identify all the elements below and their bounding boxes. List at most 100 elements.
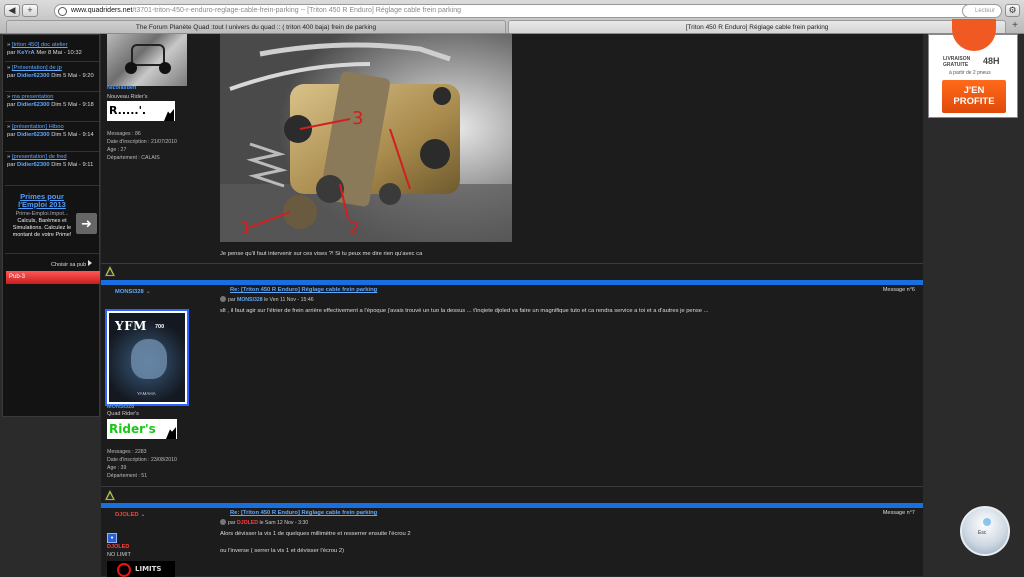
play-icon (88, 260, 93, 266)
recent-topic-date: Mer 8 Mai - 10:32 (36, 50, 82, 56)
message-number[interactable]: Message n°7 (883, 510, 915, 516)
post-author[interactable]: DJOLED ⌄ (115, 512, 145, 518)
back-to-top-icon[interactable] (104, 489, 116, 501)
reader-button[interactable]: Lecteur (962, 4, 1002, 18)
recent-topic-user[interactable]: Didier62300 (17, 162, 50, 168)
promo-site[interactable]: Prime-Emploi.Impot... (7, 211, 77, 218)
post-separator-bar (101, 280, 923, 285)
ad-subtext: à partir de 2 pneus (949, 70, 991, 76)
new-tab-button[interactable]: + (22, 4, 38, 17)
user-age: Age : 39 (107, 465, 127, 471)
brake-caliper-photo[interactable]: 1 2 3 (220, 34, 512, 242)
user-join-date: Date d'inscription : 23/08/2010 (107, 457, 177, 463)
url-path: /t3701-triton-450-r-enduro-reglage-cable… (132, 7, 462, 14)
tire-ad-banner[interactable]: LIVRAISON GRATUITE 48H à partir de 2 pne… (928, 19, 1018, 118)
skull-icon (131, 339, 167, 379)
recent-topic-title[interactable]: [Présentation] de jp (12, 65, 62, 71)
address-bar[interactable]: www.quadriders.net/t3701-triton-450-r-en… (54, 4, 996, 18)
rank-badge: R.....'. (107, 101, 175, 121)
ad-cta-button[interactable]: J'EN PROFITE (942, 80, 1006, 113)
choose-pub-label[interactable]: Choisir sa pub (51, 262, 86, 268)
post-body: Alors dévisser la vis 1 de quelques mill… (220, 531, 411, 537)
back-button[interactable]: ◀ (4, 4, 20, 17)
divider (5, 61, 99, 62)
recent-topic-item[interactable]: » ma presentation par Didier62300 Dim 5 … (7, 93, 99, 109)
photo-label-1: 1 (240, 218, 251, 239)
choose-pub-link[interactable]: Choisir sa pub (51, 260, 93, 268)
user-department: Département : CALAIS (107, 155, 160, 161)
left-sidebar: » [triton 450] doc atelier par KeYrA Mer… (2, 34, 100, 417)
recent-topic-by: par (7, 102, 16, 108)
quote-icon[interactable]: ♦ (107, 533, 117, 543)
post-body: Je pense qu'il faut intervenir sur ces v… (220, 251, 423, 257)
avatar-text: LIMITS (135, 565, 162, 573)
right-sidebar: LIVRAISON GRATUITE 48H à partir de 2 pne… (924, 19, 1024, 576)
user-age: Age : 27 (107, 147, 127, 153)
recent-topic-title[interactable]: ma presentation (12, 94, 54, 100)
post-icon (220, 519, 226, 525)
promo-ad[interactable]: Primes pour l'Emploi 2013 Prime-Emploi.I… (5, 189, 99, 251)
esc-label: Esc (978, 530, 987, 536)
add-tab-icon[interactable]: + (1009, 20, 1021, 33)
post-meta-date: le Sam 12 Nov - 3:30 (259, 520, 309, 526)
arrow-right-icon[interactable]: ➜ (76, 213, 97, 234)
recent-topic-user[interactable]: Didier62300 (17, 102, 50, 108)
page: » [triton 450] doc atelier par KeYrA Mer… (0, 19, 1024, 577)
recent-topic-title[interactable]: [présentation] Hiboo (12, 124, 64, 130)
post-author[interactable]: MONSI328 ⌄ (115, 289, 151, 295)
post-title-link[interactable]: Re: [Triton 450 R Enduro] Réglage cable … (230, 287, 377, 293)
post-meta-by: par (228, 520, 236, 526)
globe-icon (58, 7, 67, 16)
post-icon (220, 296, 226, 302)
promo-description: Calculs, Barèmes et Simulations. Calcule… (12, 218, 72, 238)
avatar: LIMITS (107, 561, 175, 577)
user-info: Messages : 2283 Date d'inscription : 23/… (107, 448, 177, 480)
avatar (107, 34, 187, 86)
chevron-down-icon[interactable]: ⌄ (141, 512, 146, 518)
tab-active-thread[interactable]: [Triton 450 R Enduro] Réglage cable frei… (508, 20, 1006, 33)
post-author-name[interactable]: DJOLED (115, 512, 139, 518)
recent-topic-item[interactable]: » [présentation] Hiboo par Didier62300 D… (7, 123, 99, 139)
pub-bar[interactable]: Pub-3 (6, 271, 100, 284)
rank-badge-text: R.....'. (109, 104, 147, 117)
recent-topic-date: Dim 5 Mai - 9:20 (51, 73, 94, 79)
message-number[interactable]: Message n°6 (883, 287, 915, 293)
recent-topic-by: par (7, 73, 16, 79)
recent-topic-date: Dim 5 Mai - 9:18 (51, 102, 94, 108)
user-rank: NO LIMIT (107, 552, 131, 558)
post-meta-user[interactable]: MONSI328 (237, 297, 263, 303)
post-meta-user[interactable]: DJOLED (237, 520, 258, 526)
avatar: YFM 700 YAMAHA (105, 309, 189, 406)
promo-title[interactable]: Primes pour l'Emploi 2013 (7, 193, 77, 209)
url-host: www.quadriders.net (71, 7, 133, 14)
ad-hours: 48H (983, 56, 1000, 66)
recent-topic-item[interactable]: » [triton 450] doc atelier par KeYrA Mer… (7, 41, 99, 57)
forum-thread: Nicolasden Nouveau Rider's R.....'. Mess… (101, 34, 923, 577)
post-author[interactable]: Nicolasden (107, 85, 136, 91)
divider (5, 185, 99, 186)
post-author-name[interactable]: MONSI328 (115, 289, 144, 295)
post-author-label[interactable]: MONSI328 (107, 404, 134, 410)
back-to-top-icon[interactable] (104, 265, 116, 277)
recent-topic-user[interactable]: Didier62300 (17, 132, 50, 138)
esc-widget-button[interactable]: Esc (960, 506, 1010, 556)
recent-topic-by: par (7, 132, 16, 138)
no-limits-ring-icon (117, 563, 131, 577)
rank-badge-text: Rider's (109, 422, 156, 436)
recent-topic-user[interactable]: KeYrA (17, 50, 35, 56)
gear-icon[interactable]: ⚙ (1005, 4, 1020, 17)
user-rank: Nouveau Rider's (107, 94, 148, 100)
recent-topic-user[interactable]: Didier62300 (17, 73, 50, 79)
post-title-link[interactable]: Re: [Triton 450 R Enduro] Réglage cable … (230, 510, 377, 516)
recent-topic-item[interactable]: » [presentation] de fred par Didier62300… (7, 153, 99, 169)
recent-topic-item[interactable]: » [Présentation] de jp par Didier62300 D… (7, 64, 99, 80)
post-author-label[interactable]: DJOLED (107, 544, 129, 550)
photo-label-2: 2 (348, 218, 359, 239)
avatar-sub-text: 700 (155, 324, 165, 330)
chevron-down-icon[interactable]: ⌄ (146, 289, 151, 295)
recent-topic-title[interactable]: [triton 450] doc atelier (12, 42, 68, 48)
tab-forum[interactable]: The Forum Planète Quad :tout l univers d… (6, 20, 506, 33)
post-separator-bar (101, 503, 923, 508)
post-meta: par MONSI328 le Ven 11 Nov - 15:46 (220, 296, 314, 303)
recent-topic-title[interactable]: [presentation] de fred (12, 154, 67, 160)
